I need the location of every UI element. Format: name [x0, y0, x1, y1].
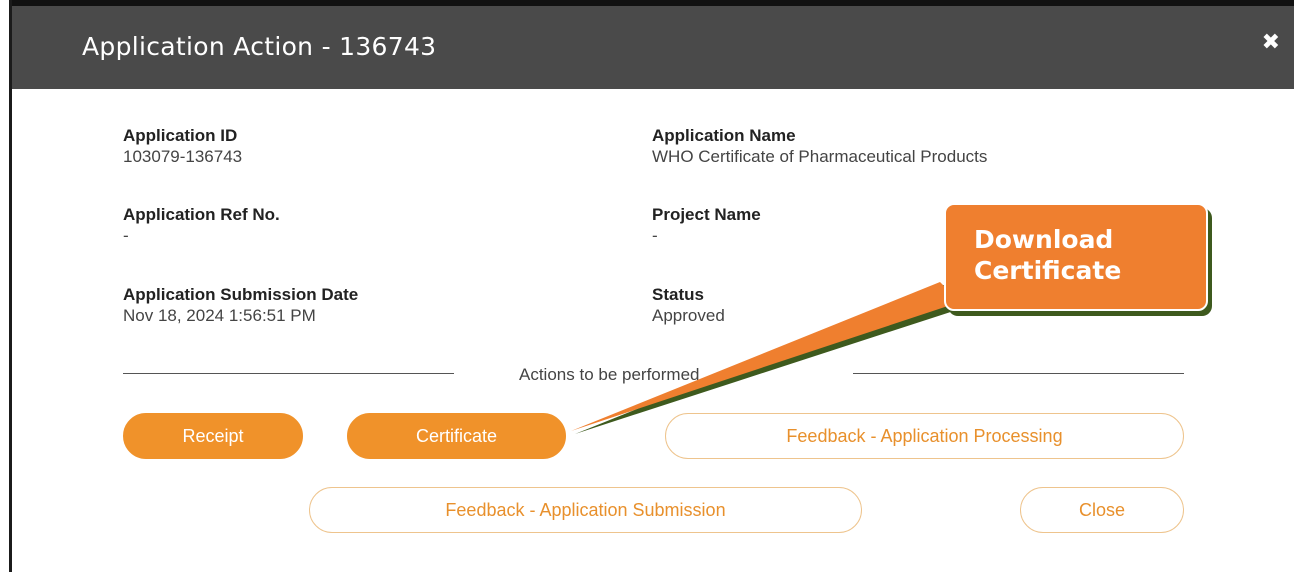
callout-line-2: Certificate	[974, 256, 1122, 285]
callout-line-1: Download	[974, 225, 1114, 254]
download-certificate-callout: Download Certificate	[944, 203, 1208, 311]
